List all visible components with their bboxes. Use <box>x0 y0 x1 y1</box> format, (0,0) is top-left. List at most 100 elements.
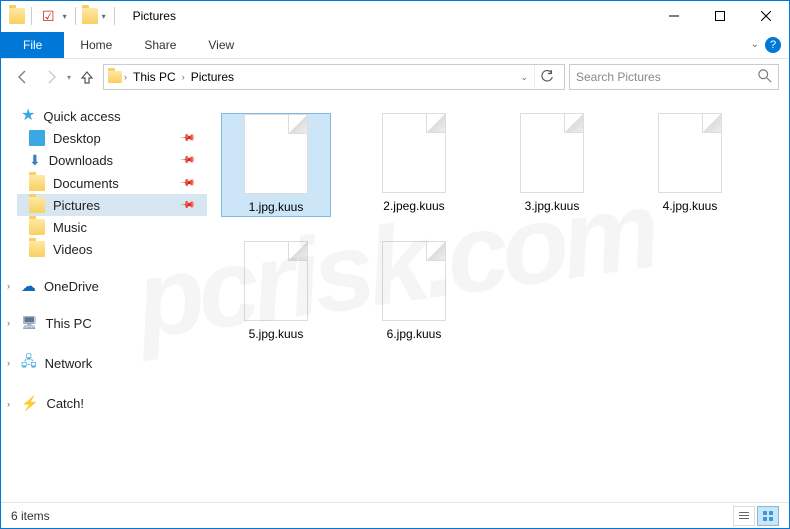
help-button[interactable]: ? <box>765 37 781 53</box>
sidebar-item-label: Desktop <box>53 131 101 146</box>
ribbon: File Home Share View ⌄ ? <box>1 31 789 59</box>
sidebar-item-catch[interactable]: › ⚡ Catch! <box>17 392 207 415</box>
sidebar-item-label: Downloads <box>49 153 113 168</box>
videos-icon <box>29 241 45 257</box>
sidebar-item-onedrive[interactable]: › ☁ OneDrive <box>17 274 207 298</box>
downloads-icon: ⬇ <box>29 152 41 169</box>
close-button[interactable] <box>743 1 789 31</box>
chevron-right-icon[interactable]: › <box>7 358 10 368</box>
chevron-right-icon[interactable]: › <box>124 72 127 82</box>
forward-button[interactable] <box>39 65 63 89</box>
sidebar-item-label: Music <box>53 220 87 235</box>
qat-dropdown-icon[interactable]: ▾ <box>61 12 69 21</box>
item-count: 6 items <box>11 509 50 523</box>
music-icon <box>29 219 45 235</box>
search-input[interactable]: Search Pictures <box>569 64 779 90</box>
sidebar-item-desktop[interactable]: Desktop 📌 <box>17 127 207 149</box>
file-item[interactable]: 5.jpg.kuus <box>221 241 331 343</box>
chevron-right-icon[interactable]: › <box>7 281 10 291</box>
sidebar-item-documents[interactable]: Documents 📌 <box>17 172 207 194</box>
recent-dropdown-icon[interactable]: ▾ <box>100 12 108 21</box>
sidebar-item-network[interactable]: › 🖧 Network <box>17 348 207 378</box>
file-name: 4.jpg.kuus <box>659 197 722 215</box>
file-name: 6.jpg.kuus <box>383 325 446 343</box>
navigation-tree[interactable]: ★ Quick access Desktop 📌 ⬇ Downloads 📌 D… <box>1 95 211 493</box>
file-item[interactable]: 2.jpeg.kuus <box>359 113 469 217</box>
tab-view[interactable]: View <box>192 32 250 58</box>
window-controls <box>651 1 789 31</box>
minimize-icon <box>669 11 679 21</box>
up-button[interactable] <box>75 65 99 89</box>
file-icon <box>382 113 446 193</box>
catch-icon: ⚡ <box>21 395 38 412</box>
sidebar-item-thispc[interactable]: › 🖥 This PC <box>17 312 207 334</box>
network-icon: 🖧 <box>21 351 37 375</box>
forward-arrow-icon <box>43 69 59 85</box>
sidebar-item-label: Documents <box>53 176 119 191</box>
qat-separator <box>75 7 76 25</box>
back-button[interactable] <box>11 65 35 89</box>
sidebar-item-videos[interactable]: Videos <box>17 238 207 260</box>
pin-icon: 📌 <box>178 152 195 169</box>
refresh-button[interactable] <box>534 65 558 89</box>
sidebar-item-label: Videos <box>53 242 93 257</box>
pin-icon: 📌 <box>178 197 195 214</box>
file-item[interactable]: 6.jpg.kuus <box>359 241 469 343</box>
sidebar-item-label: Pictures <box>53 198 100 213</box>
icons-view-button[interactable] <box>757 506 779 526</box>
sidebar-item-label: OneDrive <box>44 279 99 294</box>
pin-icon: 📌 <box>178 130 195 147</box>
chevron-right-icon[interactable]: › <box>182 72 185 82</box>
cloud-icon: ☁ <box>21 277 36 295</box>
content-area: ★ Quick access Desktop 📌 ⬇ Downloads 📌 D… <box>1 95 789 493</box>
search-icon[interactable] <box>758 69 772 86</box>
folder-icon <box>82 8 98 24</box>
status-bar: 6 items <box>1 502 789 528</box>
sidebar-item-label: Network <box>45 356 93 371</box>
address-dropdown-icon[interactable]: ⌄ <box>520 72 528 83</box>
quick-access-root[interactable]: ★ Quick access <box>17 105 207 127</box>
recent-locations-icon[interactable]: ▾ <box>67 73 71 82</box>
ribbon-expand-icon[interactable]: ⌄ <box>751 39 759 50</box>
file-item[interactable]: 3.jpg.kuus <box>497 113 607 217</box>
tab-share[interactable]: Share <box>128 32 192 58</box>
tab-home[interactable]: Home <box>64 32 128 58</box>
address-bar[interactable]: › This PC › Pictures ⌄ <box>103 64 565 90</box>
file-tab[interactable]: File <box>1 32 64 58</box>
qat-separator <box>31 7 32 25</box>
properties-icon[interactable]: ☑ <box>38 8 59 25</box>
file-icon <box>244 114 308 194</box>
breadcrumb-thispc[interactable]: This PC <box>129 68 180 86</box>
chevron-right-icon[interactable]: › <box>7 399 10 409</box>
desktop-icon <box>29 130 45 146</box>
sidebar-item-label: Catch! <box>46 396 84 411</box>
title-bar: ☑ ▾ ▾ Pictures <box>1 1 789 31</box>
app-folder-icon <box>9 8 25 24</box>
quick-access-label: Quick access <box>43 109 120 124</box>
view-mode-controls <box>733 506 779 526</box>
maximize-icon <box>715 11 725 21</box>
sidebar-item-pictures[interactable]: Pictures 📌 <box>17 194 207 216</box>
sidebar-item-label: This PC <box>46 316 92 331</box>
sidebar-item-music[interactable]: Music <box>17 216 207 238</box>
file-name: 2.jpeg.kuus <box>379 197 448 215</box>
file-item[interactable]: 4.jpg.kuus <box>635 113 745 217</box>
pictures-icon <box>29 197 45 213</box>
sidebar-item-downloads[interactable]: ⬇ Downloads 📌 <box>17 149 207 172</box>
back-arrow-icon <box>15 69 31 85</box>
details-view-icon <box>738 510 750 522</box>
search-placeholder: Search Pictures <box>576 70 661 84</box>
window-title: Pictures <box>133 9 176 23</box>
file-list[interactable]: 1.jpg.kuus 2.jpeg.kuus 3.jpg.kuus 4.jpg.… <box>211 95 789 493</box>
minimize-button[interactable] <box>651 1 697 31</box>
star-icon: ★ <box>21 108 35 124</box>
maximize-button[interactable] <box>697 1 743 31</box>
pc-icon: 🖥 <box>21 315 38 331</box>
details-view-button[interactable] <box>733 506 755 526</box>
breadcrumb-pictures[interactable]: Pictures <box>187 68 238 86</box>
icons-view-icon <box>762 510 774 522</box>
file-name: 1.jpg.kuus <box>245 198 308 216</box>
file-item[interactable]: 1.jpg.kuus <box>221 113 331 217</box>
address-folder-icon <box>108 71 122 83</box>
chevron-right-icon[interactable]: › <box>7 318 10 328</box>
